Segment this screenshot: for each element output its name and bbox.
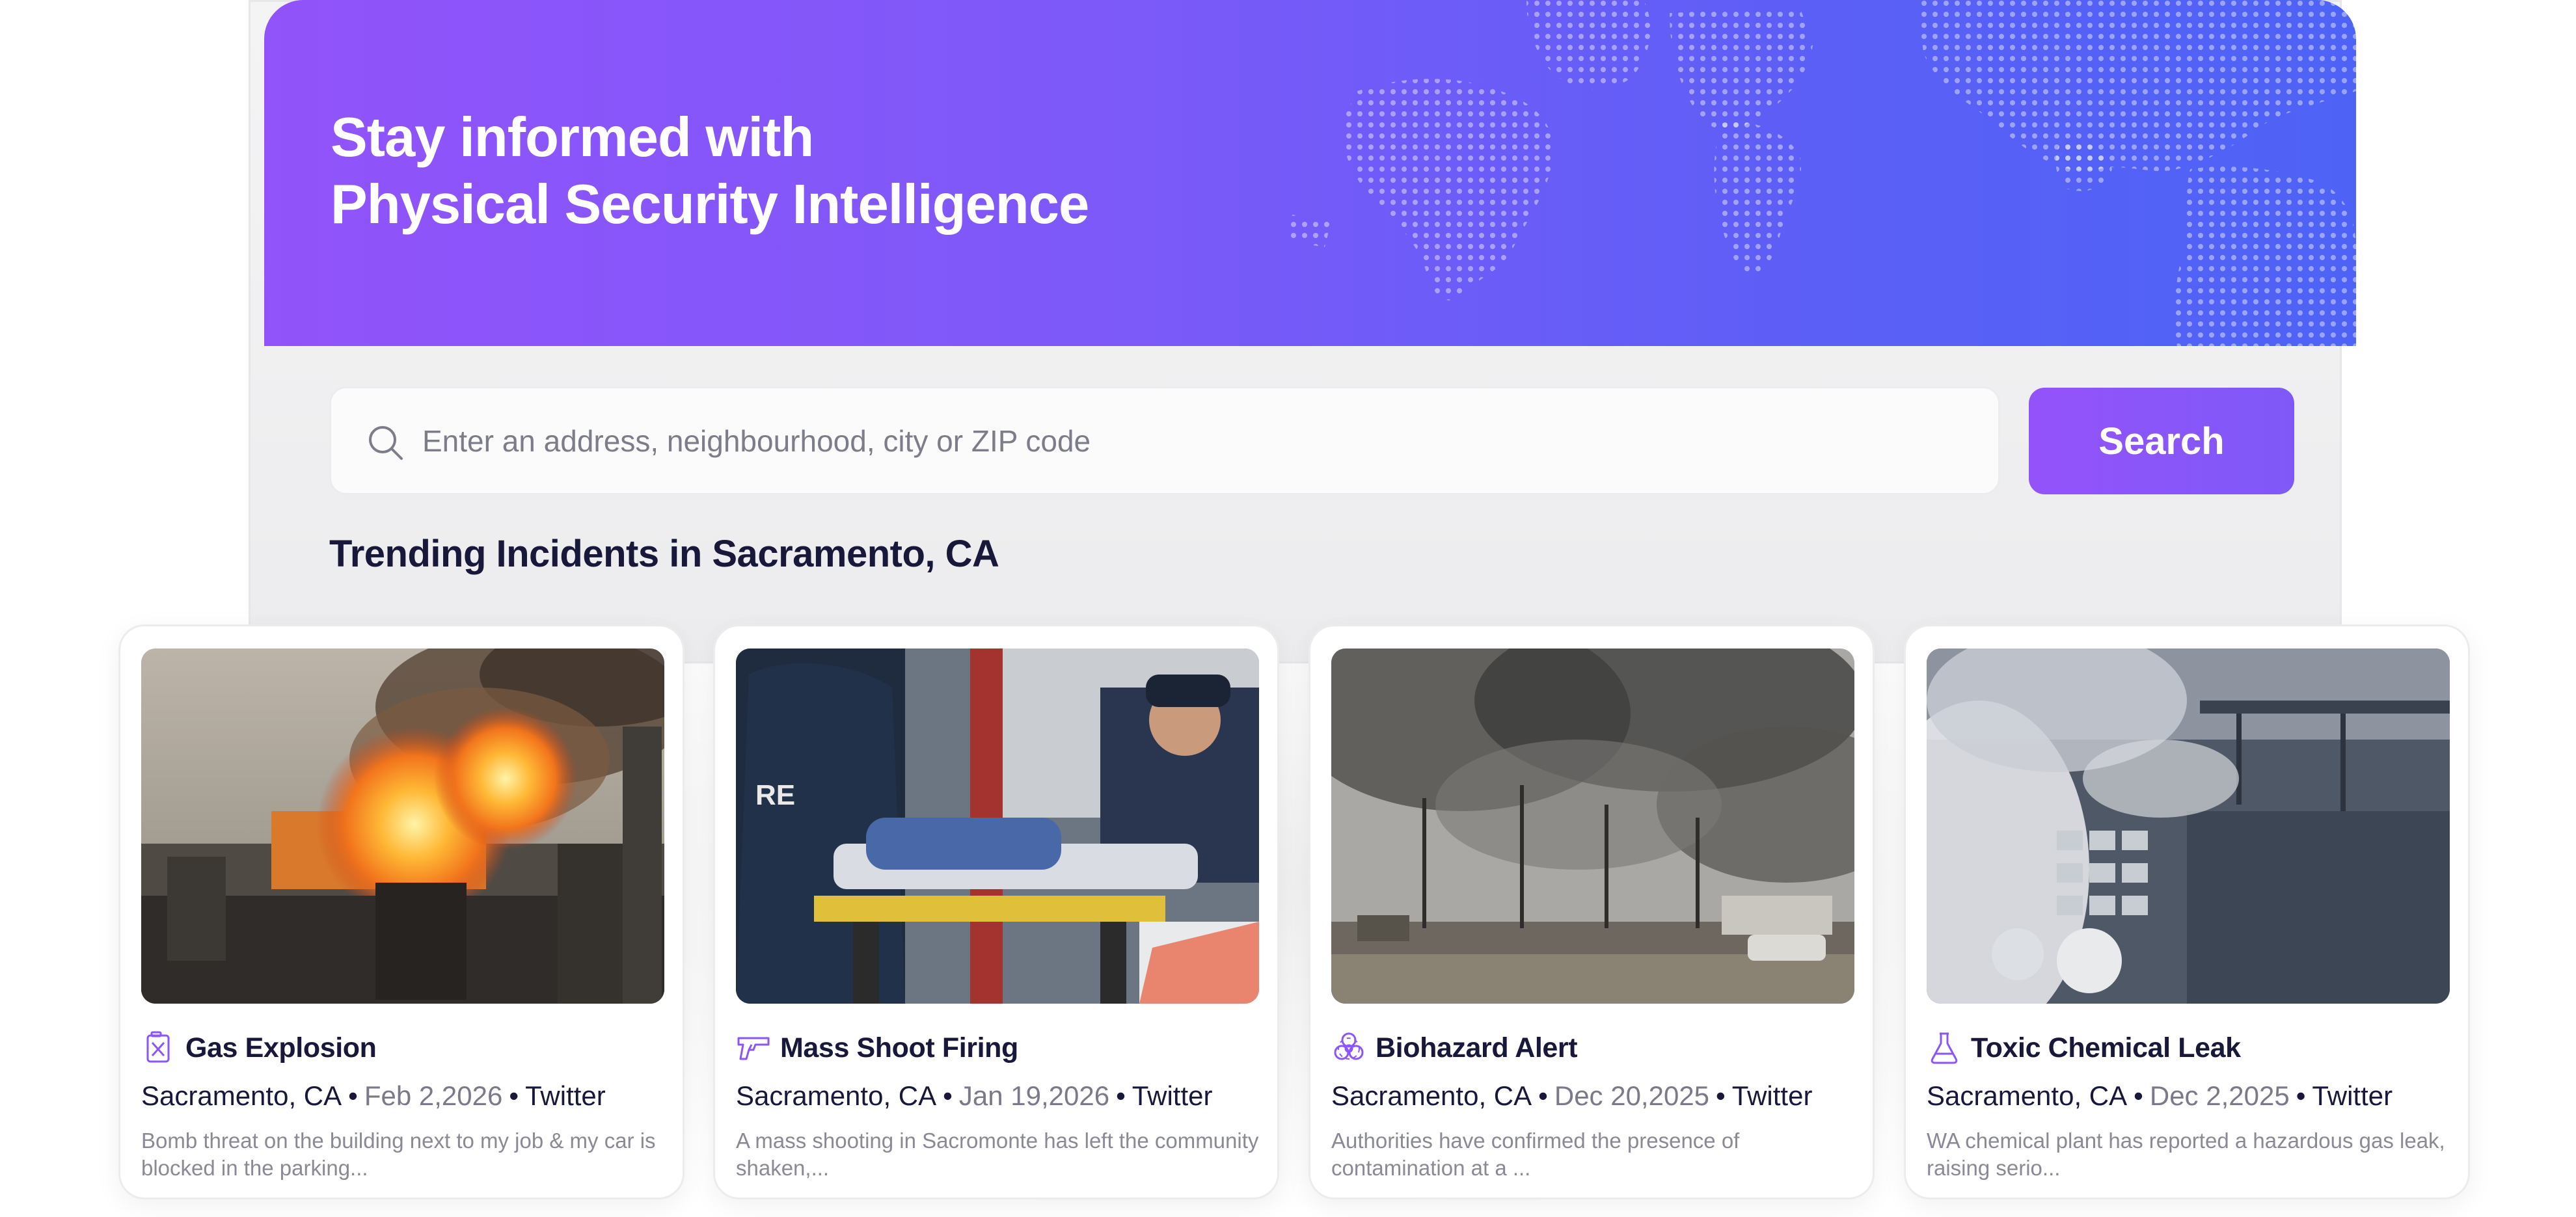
hero-title: Stay informed with Physical Security Int…	[331, 104, 1089, 238]
incident-title: Gas Explosion	[185, 1032, 377, 1063]
incident-location: Sacramento, CA	[141, 1080, 342, 1111]
search-bar	[329, 386, 2000, 495]
incident-title-row: Gas Explosion	[141, 1028, 377, 1067]
incident-image	[1927, 649, 2450, 1004]
incident-title: Toxic Chemical Leak	[1971, 1032, 2241, 1063]
incident-image	[1331, 649, 1854, 1004]
meta-separator: •	[509, 1080, 519, 1111]
incident-image	[141, 649, 664, 1004]
incident-description: A mass shooting in Sacromonte has left t…	[736, 1129, 1259, 1180]
incident-date: Feb 2,2026	[364, 1080, 503, 1111]
incident-date: Dec 2,2025	[2149, 1080, 2290, 1111]
incident-title: Biohazard Alert	[1376, 1032, 1578, 1063]
search-button[interactable]: Search	[2029, 388, 2294, 494]
incident-title-row: Biohazard Alert	[1331, 1028, 1578, 1067]
incident-image: RE	[736, 649, 1259, 1004]
incident-source: Twitter	[525, 1080, 606, 1111]
biohazard-icon	[1334, 1032, 1364, 1060]
meta-separator: •	[943, 1080, 953, 1111]
incident-meta: Sacramento, CA • Dec 20,2025 • Twitter	[1331, 1080, 1812, 1112]
incident-date: Jan 19,2026	[958, 1080, 1110, 1111]
hero-title-line2: Physical Security Intelligence	[331, 174, 1089, 235]
incident-title: Mass Shoot Firing	[780, 1032, 1018, 1063]
incident-card-mass-shoot-firing[interactable]: RE Mass Shoot Firing Sacramento, CA • Jan	[713, 624, 1279, 1199]
meta-separator: •	[1116, 1080, 1126, 1111]
incident-location: Sacramento, CA	[736, 1080, 937, 1111]
section-title: Trending Incidents in Sacramento, CA	[329, 533, 999, 575]
incident-location: Sacramento, CA	[1331, 1080, 1532, 1111]
world-map-dots	[1286, 0, 2356, 346]
hero-banner: Stay informed with Physical Security Int…	[264, 0, 2356, 346]
incident-card-biohazard-alert[interactable]: Biohazard Alert Sacramento, CA • Dec 20,20…	[1308, 624, 1875, 1199]
incident-location: Sacramento, CA	[1927, 1080, 2128, 1111]
incident-date: Dec 20,2025	[1554, 1080, 1710, 1111]
hero-title-line1: Stay informed with	[331, 107, 814, 168]
incident-meta: Sacramento, CA • Jan 19,2026 • Twitter	[736, 1080, 1212, 1112]
incident-meta: Sacramento, CA • Dec 2,2025 • Twitter	[1927, 1080, 2393, 1112]
search-input[interactable]	[422, 388, 1971, 493]
incident-title-row: Mass Shoot Firing	[736, 1028, 1018, 1067]
gun-icon	[737, 1037, 770, 1060]
incident-source: Twitter	[2312, 1080, 2393, 1111]
incident-source: Twitter	[1731, 1080, 1813, 1111]
meta-separator: •	[2296, 1080, 2306, 1111]
page: Stay informed with Physical Security Int…	[0, 0, 2576, 1217]
incident-title-row: Toxic Chemical Leak	[1927, 1028, 2241, 1067]
incident-card-toxic-chemical-leak[interactable]: Toxic Chemical Leak Sacramento, CA • Dec 2…	[1904, 624, 2470, 1199]
incident-meta: Sacramento, CA • Feb 2,2026 • Twitter	[141, 1080, 606, 1112]
incident-source: Twitter	[1132, 1080, 1213, 1111]
svg-text:RE: RE	[755, 779, 795, 811]
search-icon	[369, 426, 403, 460]
incident-description: Bomb threat on the building next to my j…	[141, 1129, 656, 1180]
incident-description: Authorities have confirmed the presence …	[1331, 1129, 1740, 1180]
meta-separator: •	[1716, 1080, 1726, 1111]
flask-icon	[1931, 1032, 1958, 1064]
incident-card-gas-explosion[interactable]: Gas Explosion Sacramento, CA • Feb 2,2026 •…	[118, 624, 685, 1199]
incident-description: WA chemical plant has reported a hazardo…	[1927, 1129, 2445, 1180]
meta-separator: •	[2134, 1080, 2143, 1111]
meta-separator: •	[348, 1080, 358, 1111]
gas-canister-icon	[146, 1031, 170, 1063]
meta-separator: •	[1538, 1080, 1548, 1111]
